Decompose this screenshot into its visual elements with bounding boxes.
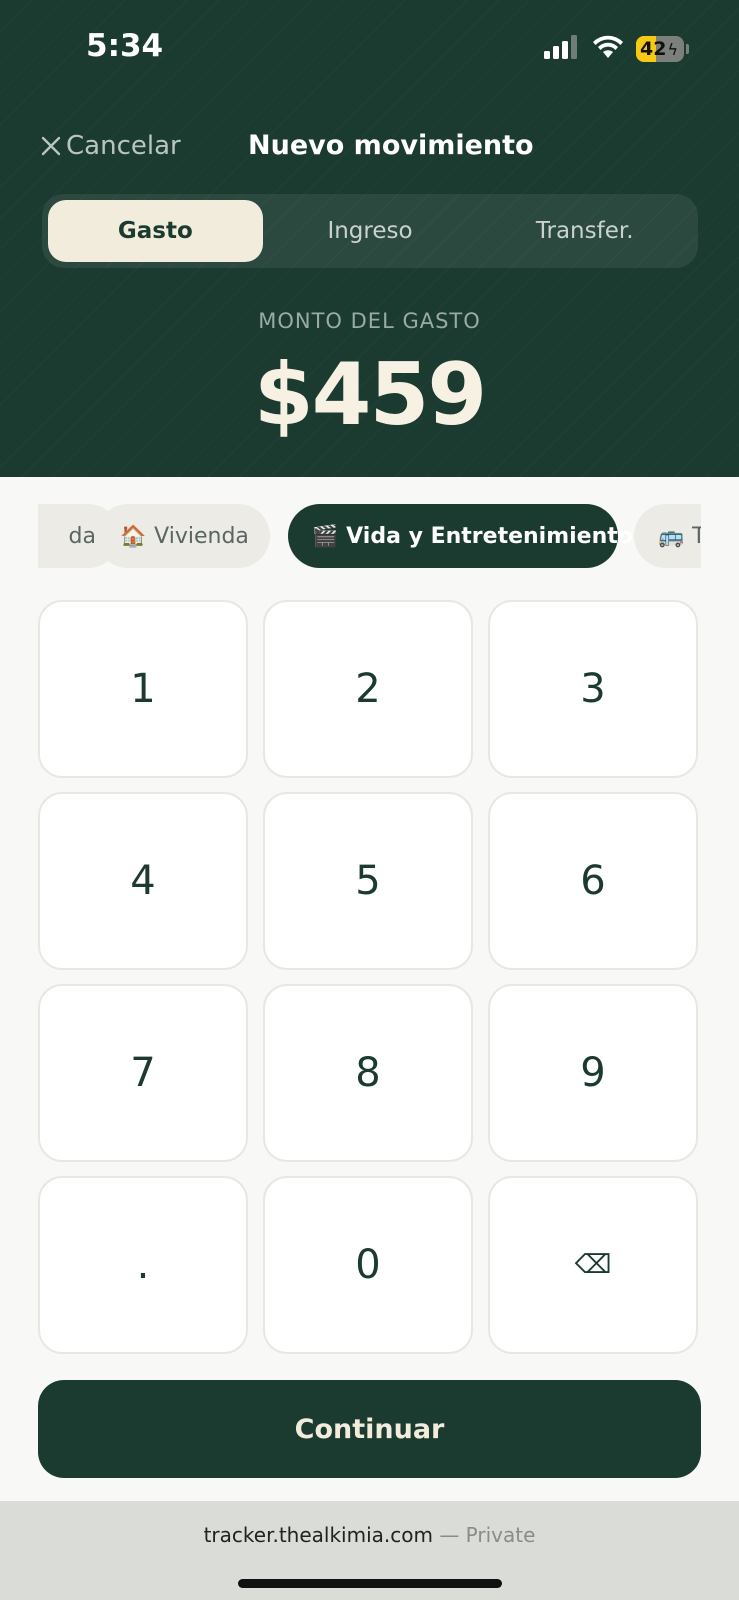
- page-title: Nuevo movimiento: [248, 130, 534, 161]
- category-chip-vivienda[interactable]: 🏠 Vivienda: [96, 504, 270, 568]
- bus-emoji: 🚌: [658, 523, 685, 548]
- bolt-icon: ϟ: [667, 39, 679, 59]
- status-icons: 42 ϟ: [544, 33, 689, 65]
- type-segmented-control: Gasto Ingreso Transfer.: [42, 194, 698, 268]
- category-scroller[interactable]: da 🏠 Vivienda 🎬 Vida y Entretenimiento 🚌…: [38, 504, 701, 570]
- tab-gasto[interactable]: Gasto: [48, 200, 263, 262]
- battery-level: 42: [640, 38, 667, 60]
- key-7[interactable]: 7: [38, 984, 248, 1162]
- category-chip-label: T: [692, 523, 701, 549]
- category-chip-label: da: [68, 523, 96, 549]
- url-text: tracker.thealkimia.com — Private: [0, 1523, 739, 1547]
- amount-display: $459: [253, 345, 487, 445]
- home-indicator[interactable]: [238, 1579, 502, 1588]
- header: 5:34 42 ϟ Cancelar Nuevo movimiento Gast…: [0, 0, 739, 477]
- backspace-icon[interactable]: ⌫: [488, 1176, 698, 1354]
- house-emoji: 🏠: [120, 523, 147, 548]
- key-8[interactable]: 8: [263, 984, 473, 1162]
- category-chip-partial-right[interactable]: 🚌 T: [634, 504, 701, 568]
- battery-icon: 42 ϟ: [636, 36, 684, 62]
- tab-transfer[interactable]: Transfer.: [477, 200, 692, 262]
- url-privacy: — Private: [439, 1523, 536, 1547]
- tab-ingreso[interactable]: Ingreso: [263, 200, 478, 262]
- cancel-label: Cancelar: [66, 131, 181, 161]
- browser-url-bar[interactable]: tracker.thealkimia.com — Private: [0, 1501, 739, 1600]
- amount-label: MONTO DEL GASTO: [258, 309, 481, 333]
- url-domain: tracker.thealkimia.com: [203, 1523, 433, 1547]
- category-chip-vida-entretenimiento[interactable]: 🎬 Vida y Entretenimiento: [288, 504, 633, 568]
- key-9[interactable]: 9: [488, 984, 698, 1162]
- signal-icon: [544, 35, 580, 63]
- key-4[interactable]: 4: [38, 792, 248, 970]
- wifi-icon: [592, 35, 624, 63]
- continue-button[interactable]: Continuar: [38, 1380, 701, 1478]
- key-2[interactable]: 2: [263, 600, 473, 778]
- category-chip-label: Vivienda: [154, 523, 249, 549]
- clapper-emoji: 🎬: [312, 523, 339, 548]
- battery-tip: [686, 44, 689, 54]
- cancel-button[interactable]: Cancelar: [40, 126, 181, 166]
- key-3[interactable]: 3: [488, 600, 698, 778]
- category-chip-label: Vida y Entretenimiento: [346, 523, 633, 549]
- key-6[interactable]: 6: [488, 792, 698, 970]
- key-1[interactable]: 1: [38, 600, 248, 778]
- key-0[interactable]: 0: [263, 1176, 473, 1354]
- status-time: 5:34: [86, 28, 164, 64]
- close-icon: [40, 135, 62, 157]
- key-decimal[interactable]: .: [38, 1176, 248, 1354]
- key-5[interactable]: 5: [263, 792, 473, 970]
